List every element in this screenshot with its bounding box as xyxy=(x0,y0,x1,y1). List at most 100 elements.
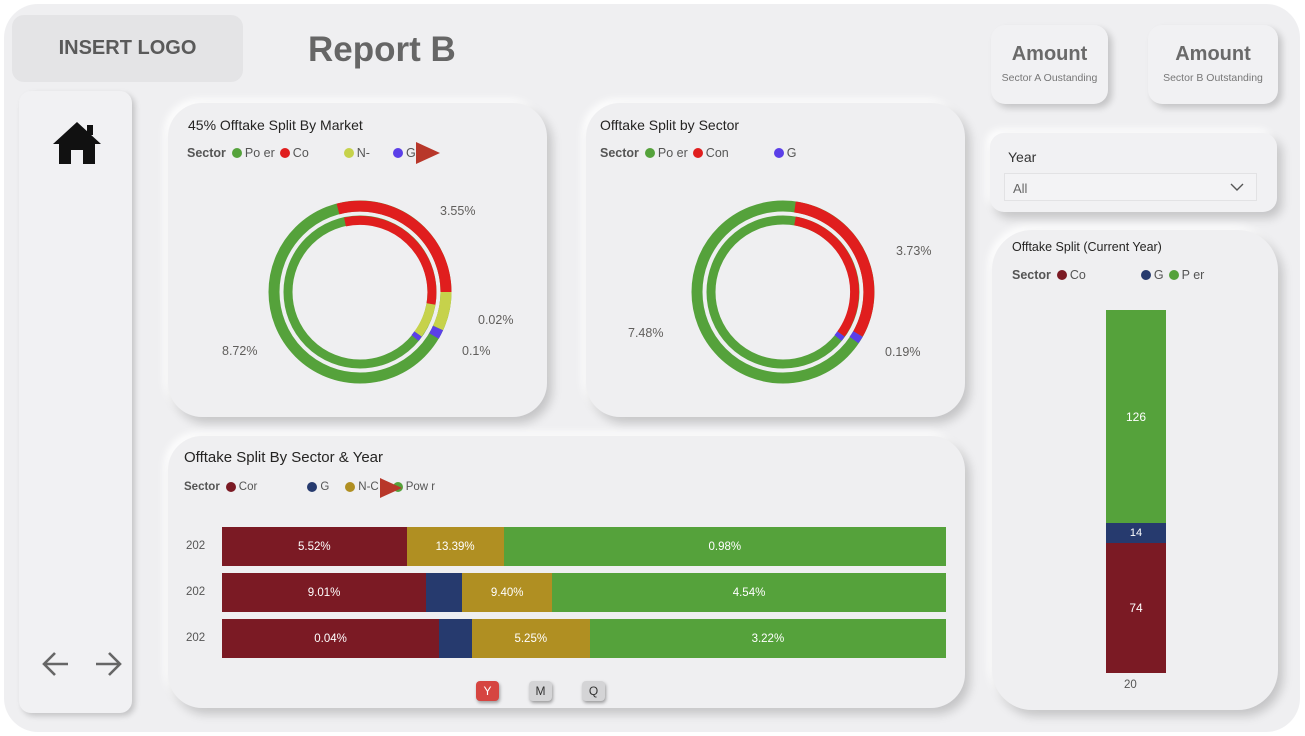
legend-item-g[interactable]: G xyxy=(773,146,797,160)
navigation-panel xyxy=(19,91,132,713)
donut-slice-g xyxy=(849,331,863,344)
legend-item-commercial[interactable]: Co xyxy=(279,146,309,160)
year-bar-row: 9.01% 9.40% 4.54% xyxy=(222,573,946,612)
market-donut xyxy=(268,200,452,384)
legend-item-g[interactable]: G xyxy=(307,481,329,493)
current-year-title: Offtake Split (Current Year) xyxy=(1012,240,1162,254)
legend-label: Co xyxy=(1069,268,1086,282)
year-bar-row: 0.04% 5.25% 3.22% xyxy=(222,619,946,658)
legend-item-power[interactable]: Po er xyxy=(644,146,688,160)
legend-label: Po er xyxy=(244,146,275,160)
granularity-year-button[interactable]: Y xyxy=(476,681,499,701)
donut-label: 7.48% xyxy=(628,326,664,340)
kpi-sector-a-card: Amount Sector A Oustanding xyxy=(991,25,1108,104)
chevron-down-icon xyxy=(1230,183,1244,191)
home-icon[interactable] xyxy=(51,120,103,166)
market-chart-title: 45% Offtake Split By Market xyxy=(188,117,363,133)
legend-item-g[interactable]: G xyxy=(1140,268,1164,282)
kpi-value: Amount xyxy=(1175,43,1251,65)
year-dropdown-value: All xyxy=(1013,181,1028,196)
inner-slice-g xyxy=(834,331,845,341)
legend-label: G xyxy=(1153,268,1164,282)
granularity-quarter-button[interactable]: Q xyxy=(582,681,605,701)
legend-item-g[interactable]: G xyxy=(392,146,416,160)
legend-label: N-C xyxy=(358,481,379,493)
legend-item-commercial[interactable]: Con xyxy=(692,146,729,160)
legend-dot xyxy=(644,148,655,158)
donut-slice-n xyxy=(432,291,452,331)
donut-label: 0.02% xyxy=(478,313,514,327)
back-arrow-icon[interactable] xyxy=(40,648,72,680)
legend-item-power[interactable]: P er xyxy=(1168,268,1205,282)
legend-item-commercial[interactable]: Co xyxy=(1056,268,1086,282)
bar-segment[interactable]: 9.01% xyxy=(222,573,427,612)
current-year-legend: Sector Co G P er xyxy=(1012,268,1209,282)
sector-chart-title: Offtake Split by Sector xyxy=(600,117,740,133)
legend-label: Co xyxy=(292,146,309,160)
legend-label: N- xyxy=(356,146,370,160)
page-title: Report B xyxy=(308,30,456,69)
bar-segment[interactable]: 3.22% xyxy=(589,619,946,658)
legend-item-n[interactable]: N-C xyxy=(345,481,379,493)
bar-segment[interactable]: 5.52% xyxy=(222,527,407,566)
kpi-sector-b-card: Amount Sector B Outstanding xyxy=(1148,25,1278,104)
year-slicer: Year All xyxy=(990,133,1277,212)
year-dropdown[interactable]: All xyxy=(1004,173,1257,201)
legend-dot xyxy=(773,148,784,158)
donut-label: 3.73% xyxy=(896,244,932,258)
legend-label: Po er xyxy=(657,146,688,160)
donut-slice-g xyxy=(429,325,444,339)
donut-label: 8.72% xyxy=(222,344,258,358)
inner-slice-n xyxy=(414,303,436,337)
legend-dot xyxy=(392,148,403,158)
legend-dot xyxy=(225,482,236,492)
year-chart-title: Offtake Split By Sector & Year xyxy=(184,449,383,466)
logo-placeholder: INSERT LOGO xyxy=(12,15,243,82)
bar-segment[interactable]: 13.39% xyxy=(406,527,504,566)
donut-label: 0.19% xyxy=(885,345,921,359)
legend-item-n[interactable]: N- xyxy=(343,146,370,160)
year-bar-row: 5.52% 13.39% 0.98% xyxy=(222,527,946,566)
stacked-segment-g: 14 xyxy=(1106,523,1166,543)
cursor-arrow-marker xyxy=(416,142,440,164)
bar-segment[interactable]: 0.98% xyxy=(503,527,946,566)
legend-dot xyxy=(1056,270,1067,280)
year-axis-label: 202 xyxy=(186,586,206,598)
bar-segment[interactable]: 5.25% xyxy=(471,619,590,658)
legend-title: Sector xyxy=(187,146,226,160)
legend-dot xyxy=(279,148,290,158)
x-axis-label: 20 xyxy=(1124,679,1137,691)
legend-title: Sector xyxy=(1012,268,1051,282)
bar-segment[interactable]: 4.54% xyxy=(552,573,946,612)
granularity-month-button[interactable]: M xyxy=(529,681,552,701)
sector-chart-legend: Sector Po er Con G xyxy=(600,146,801,160)
donut-label: 0.1% xyxy=(462,344,491,358)
bar-segment[interactable]: 9.40% xyxy=(462,573,553,612)
legend-label: G xyxy=(786,146,797,160)
legend-item-commercial[interactable]: Cor xyxy=(225,481,258,493)
bar-segment[interactable] xyxy=(426,573,463,612)
bar-segment[interactable]: 0.04% xyxy=(222,619,440,658)
year-axis-label: 202 xyxy=(186,540,206,552)
legend-label: Cor xyxy=(238,481,258,493)
market-chart-legend: Sector Po er Co N- G xyxy=(187,146,421,160)
legend-label: P er xyxy=(1181,268,1205,282)
donut-label: 3.55% xyxy=(440,204,476,218)
kpi-label: Sector B Outstanding xyxy=(1163,72,1263,84)
cursor-arrow-marker xyxy=(380,478,402,498)
kpi-value: Amount xyxy=(1011,43,1088,65)
legend-label: G xyxy=(320,481,330,493)
legend-dot xyxy=(307,482,318,492)
sector-donut xyxy=(691,200,875,384)
year-slicer-label: Year xyxy=(1008,149,1037,165)
legend-dot xyxy=(1168,270,1179,280)
legend-title: Sector xyxy=(600,146,639,160)
stacked-segment-power: 126 xyxy=(1106,310,1166,523)
inner-slice-g xyxy=(411,331,422,341)
legend-label: Pow r xyxy=(405,481,436,493)
legend-item-power[interactable]: Po er xyxy=(231,146,275,160)
stacked-segment-commercial: 74 xyxy=(1106,543,1166,673)
legend-dot xyxy=(692,148,703,158)
forward-arrow-icon[interactable] xyxy=(92,648,124,680)
bar-segment[interactable] xyxy=(439,619,472,658)
